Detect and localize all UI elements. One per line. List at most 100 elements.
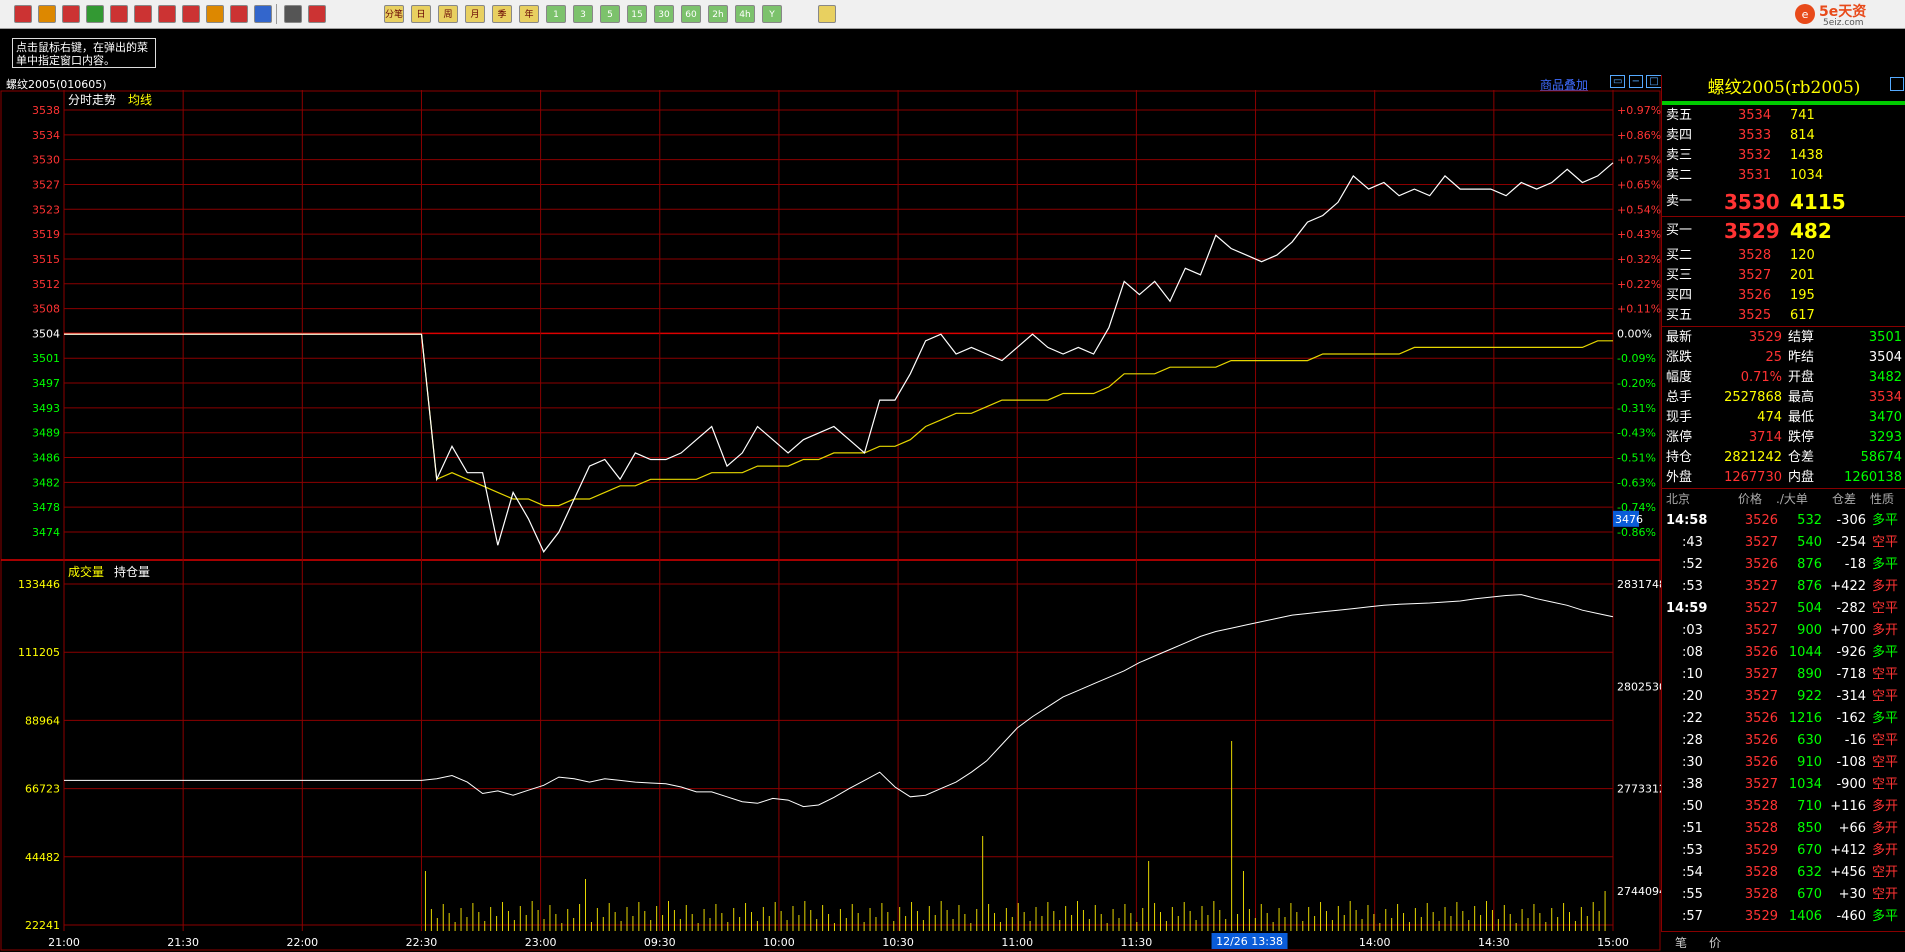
tick-time: :55: [1682, 887, 1703, 902]
logo-icon: e 5e天资 5eiz.com: [1795, 3, 1866, 28]
bid-volume: 195: [1790, 288, 1815, 303]
home-icon[interactable]: [14, 5, 32, 23]
window-icon[interactable]: [158, 5, 176, 23]
period-button-0[interactable]: 分笔: [384, 5, 404, 23]
period-button-11[interactable]: 60: [681, 5, 701, 23]
tick-price: 3528: [1744, 799, 1778, 814]
time-axis-label: 10:30: [882, 936, 914, 949]
stat-row: 持仓 2821242 仓差 58674: [1662, 448, 1905, 467]
volume-tick-label: 133446: [18, 578, 60, 591]
tick-oi-change: -306: [1836, 513, 1866, 528]
zoom-out-icon[interactable]: [134, 5, 152, 23]
volume-label: 成交量: [68, 564, 104, 579]
quote-panel: 螺纹2005(rb2005) 卖五 3534 741 卖四 3533 814 卖…: [1661, 75, 1905, 951]
price-tick-label: 3512: [32, 278, 60, 291]
contract-title: 螺纹2005(rb2005): [1707, 78, 1861, 98]
tick-price: 3529: [1744, 909, 1778, 924]
tab-price[interactable]: 价: [1709, 934, 1721, 951]
period-button-3[interactable]: 月: [465, 5, 485, 23]
price-tick-label: 3474: [32, 526, 60, 539]
ask1-volume: 4115: [1790, 190, 1846, 214]
stat-value: 1260138: [1844, 470, 1902, 485]
stat-value: 25: [1765, 350, 1782, 365]
period-button-10[interactable]: 30: [654, 5, 674, 23]
filter-icon[interactable]: [230, 5, 248, 23]
calendar-icon[interactable]: [818, 5, 836, 23]
tick-oi-change: +66: [1838, 821, 1866, 836]
brand-logo: e 5e天资 5eiz.com: [1793, 2, 1903, 28]
pct-tick-label: +0.65%: [1617, 178, 1661, 191]
refresh-icon[interactable]: [86, 5, 104, 23]
tick-price: 3527: [1744, 777, 1778, 792]
tick-volume: 632: [1797, 865, 1822, 880]
stat-value: 3714: [1748, 430, 1782, 445]
tick-row: 14:59 3527 504 -282 空平: [1662, 598, 1905, 620]
restore-icon[interactable]: ▭: [1610, 75, 1626, 88]
tick-row: :38 3527 1034 -900 空平: [1662, 774, 1905, 796]
stat-value: 3501: [1868, 330, 1902, 345]
period-button-5[interactable]: 年: [519, 5, 539, 23]
period-button-12[interactable]: 2h: [708, 5, 728, 23]
maximize-icon[interactable]: □: [1646, 75, 1662, 88]
ask-label: 卖五: [1666, 108, 1693, 123]
eraser-icon[interactable]: [206, 5, 224, 23]
period-button-4[interactable]: 季: [492, 5, 512, 23]
list-icon[interactable]: [284, 5, 302, 23]
tick-price: 3528: [1744, 865, 1778, 880]
chart-window-controls[interactable]: ▭ − □: [1610, 75, 1662, 88]
tick-volume: 504: [1797, 601, 1822, 616]
bid-price: 3525: [1738, 308, 1772, 323]
zoom-in-icon[interactable]: [110, 5, 128, 23]
tick-row: :20 3527 922 -314 空平: [1662, 686, 1905, 708]
period-button-9[interactable]: 15: [627, 5, 647, 23]
tick-nature: 多平: [1872, 557, 1899, 572]
tick-row: :22 3526 1216 -162 多平: [1662, 708, 1905, 730]
period-button-13[interactable]: 4h: [735, 5, 755, 23]
ask-volume: 741: [1790, 108, 1815, 123]
toolbar-separator: [276, 4, 277, 24]
stat-label: 最新: [1666, 330, 1693, 345]
stat-label: 总手: [1666, 390, 1693, 405]
stat-value: 3482: [1868, 370, 1902, 385]
tick-volume: 1216: [1788, 711, 1822, 726]
open-icon[interactable]: [38, 5, 56, 23]
pct-tick-label: +0.86%: [1617, 129, 1661, 142]
book-icon[interactable]: [62, 5, 80, 23]
avg-line-label: 均线: [128, 93, 152, 107]
panel-toggle-icon[interactable]: [1890, 77, 1904, 91]
bid-row: 买五 3525 617: [1662, 306, 1905, 325]
stat-value: 3534: [1868, 390, 1902, 405]
tick-nature: 多平: [1872, 645, 1899, 660]
tick-header: 价格: [1738, 492, 1763, 506]
minimize-icon[interactable]: −: [1628, 75, 1644, 88]
period-button-7[interactable]: 3: [573, 5, 593, 23]
period-button-2[interactable]: 周: [438, 5, 458, 23]
volume-tick-label: 88964: [25, 714, 60, 727]
period-button-8[interactable]: 5: [600, 5, 620, 23]
tick-row: :51 3528 850 +66 多开: [1662, 818, 1905, 840]
bid-price: 3526: [1738, 288, 1772, 303]
intraday-chart[interactable]: 分时走势 均线成交量 持仓量 3538 +0.97% 3534 +0.86% 3530 +0.7…: [0, 90, 1661, 951]
pct-tick-label: -0.43%: [1617, 427, 1656, 440]
tick-time: :54: [1682, 865, 1703, 880]
time-axis-label: 15:00: [1597, 936, 1629, 949]
period-button-1[interactable]: 日: [411, 5, 431, 23]
pen-icon[interactable]: [182, 5, 200, 23]
stat-label: 结算: [1788, 330, 1815, 345]
bid-label: 买五: [1666, 308, 1693, 323]
tick-volume: 900: [1797, 623, 1822, 638]
period-button-14[interactable]: Y: [762, 5, 782, 23]
period-button-6[interactable]: 1: [546, 5, 566, 23]
stat-row: 涨跌 25 昨结 3504: [1662, 348, 1905, 367]
price-tick-label: 3534: [32, 129, 60, 142]
tick-oi-change: -314: [1836, 689, 1866, 704]
tab-trades[interactable]: 笔: [1675, 934, 1687, 951]
settings-icon[interactable]: [254, 5, 272, 23]
bid1-volume: 482: [1790, 219, 1832, 243]
ask-price: 3532: [1738, 148, 1772, 163]
stat-value: 474: [1757, 410, 1782, 425]
tick-nature: 空平: [1872, 535, 1899, 550]
tick-volume: 670: [1797, 843, 1822, 858]
ask-volume: 1034: [1790, 168, 1824, 183]
chart-icon[interactable]: [308, 5, 326, 23]
